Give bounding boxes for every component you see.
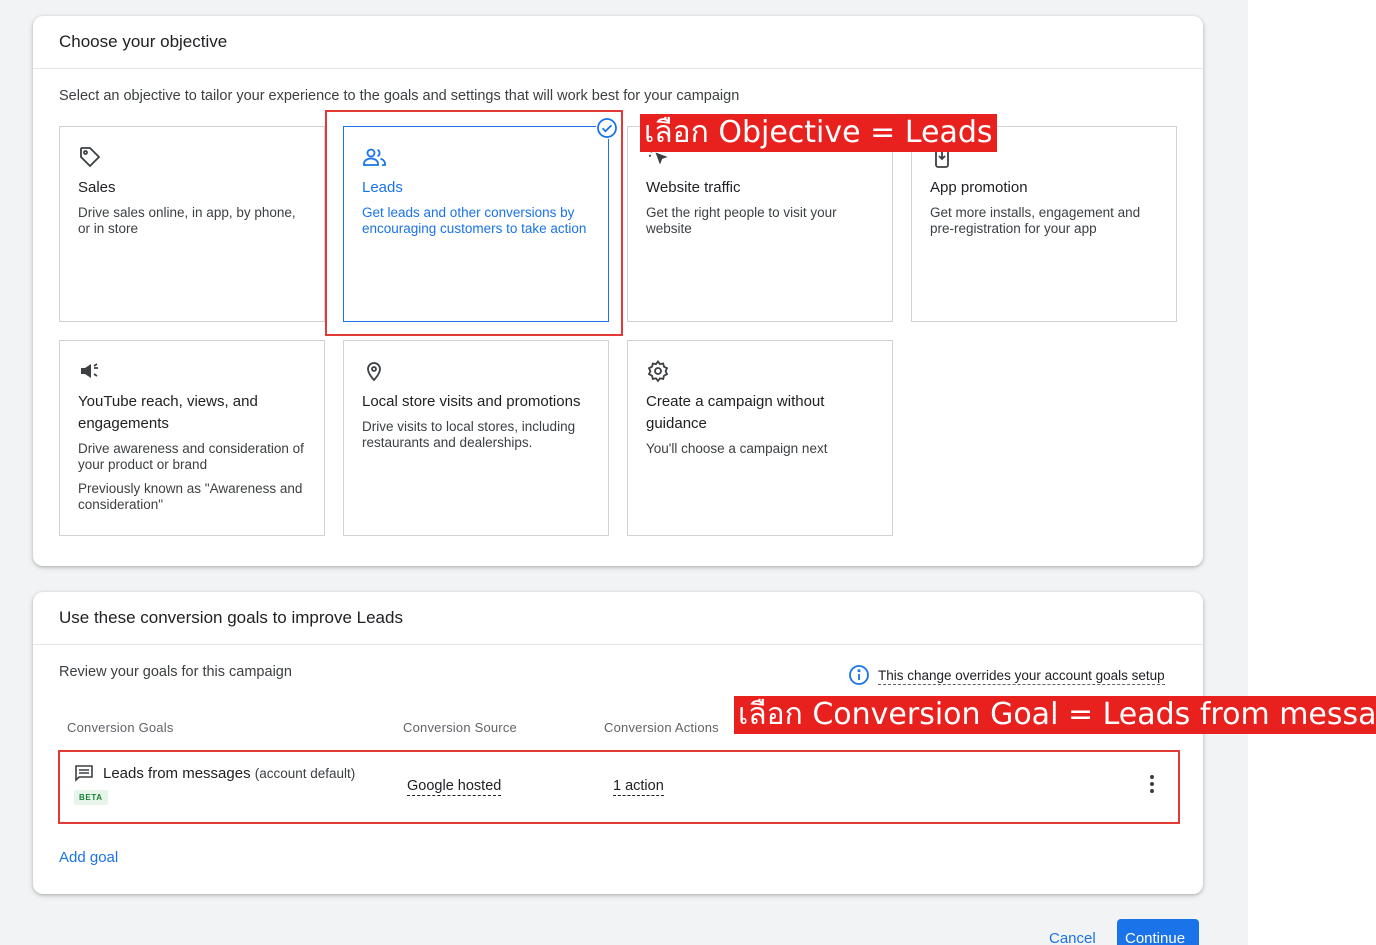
column-header-goals: Conversion Goals [67,720,174,735]
add-goal-button[interactable]: Add goal [59,849,118,866]
override-info[interactable]: This change overrides your account goals… [848,664,1165,689]
conversion-goals-panel: Use these conversion goals to improve Le… [33,592,1203,894]
card-title: Create a campaign without guidance [646,393,825,432]
gear-icon [646,359,670,383]
card-title: App promotion [930,179,1028,196]
annotation-box-objective [325,110,623,336]
megaphone-icon [78,359,102,383]
info-icon [848,664,870,689]
annotation-label-goal: เลือก Conversion Goal = Leads from messa… [734,696,1376,734]
annotation-box-goal [58,750,1180,824]
continue-button[interactable]: Continue [1117,919,1199,945]
tag-icon [78,145,102,169]
objective-card-website-traffic[interactable]: Website traffic Get the right people to … [627,126,893,322]
card-title: Local store visits and promotions [362,393,581,410]
goals-panel-subtitle: Review your goals for this campaign [59,664,292,680]
column-header-source: Conversion Source [403,720,517,735]
objective-panel-title: Choose your objective [33,16,1203,69]
card-note: Previously known as "Awareness and consi… [78,481,303,512]
goals-panel-title: Use these conversion goals to improve Le… [33,592,1203,645]
card-title: Sales [78,179,116,196]
annotation-label-objective: เลือก Objective = Leads [640,114,997,152]
override-info-text: This change overrides your account goals… [878,668,1165,685]
cancel-button[interactable]: Cancel [1049,930,1096,945]
objective-card-app-promotion[interactable]: App promotion Get more installs, engagem… [911,126,1177,322]
objective-card-sales[interactable]: Sales Drive sales online, in app, by pho… [59,126,325,322]
card-description: Drive visits to local stores, including … [362,419,576,450]
objective-card-local-store[interactable]: Local store visits and promotions Drive … [343,340,609,536]
card-title: Website traffic [646,179,741,196]
objective-panel-subtitle: Select an objective to tailor your exper… [59,88,740,104]
objective-card-no-guidance[interactable]: Create a campaign without guidance You'l… [627,340,893,536]
column-header-actions: Conversion Actions [604,720,719,735]
location-pin-icon [362,359,386,383]
card-title: YouTube reach, views, and engagements [78,393,258,432]
card-description: Drive awareness and consideration of you… [78,441,304,472]
objective-card-youtube[interactable]: YouTube reach, views, and engagements Dr… [59,340,325,536]
card-description: Get the right people to visit your websi… [646,205,837,236]
card-description: You'll choose a campaign next [646,441,828,456]
card-description: Get more installs, engagement and pre-re… [930,205,1141,236]
card-description: Drive sales online, in app, by phone, or… [78,205,296,236]
